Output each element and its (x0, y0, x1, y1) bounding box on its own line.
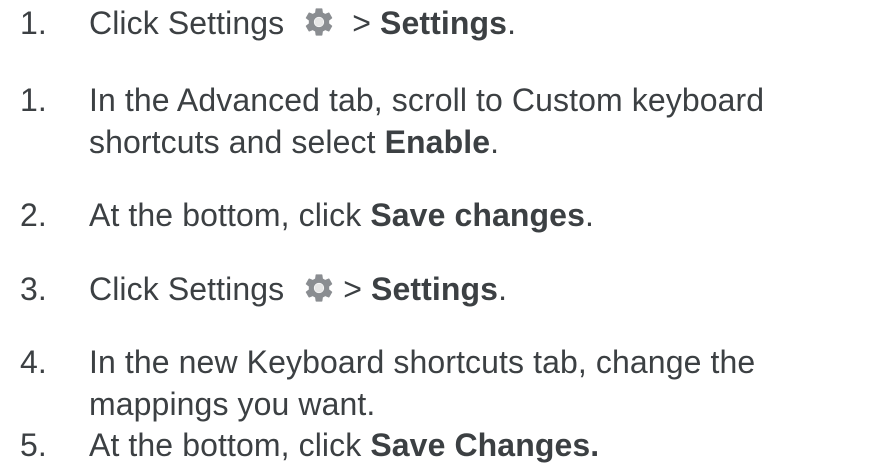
step-text-part: . (490, 124, 500, 160)
step-bold-text: Enable (384, 124, 491, 160)
step-text-part: In the Advanced tab, scroll to Custom ke… (89, 82, 765, 118)
step-text: In the Advanced tab, scroll to Custom ke… (89, 79, 859, 163)
instruction-list: 1. Click Settings > Settings. 1. In the … (0, 0, 871, 476)
step-text: In the new Keyboard shortcuts tab, chang… (89, 341, 859, 425)
step-text-part: At the bottom, click (89, 197, 371, 233)
step-text-part: Click Settings (89, 5, 294, 41)
step-text-part: In the new Keyboard shortcuts tab, chang… (89, 344, 756, 380)
step-bold-text: Save changes (370, 197, 585, 233)
step-text: At the bottom, click Save Changes. (89, 424, 859, 466)
gear-icon (297, 5, 341, 39)
step-text-part: . (507, 5, 517, 41)
step-text-part: Click Settings (89, 271, 294, 307)
step-text-part: . (584, 197, 594, 233)
step-text-part: > (343, 271, 372, 307)
step-bold-text: Settings (380, 5, 508, 41)
step-text-part: shortcuts and select (89, 124, 385, 160)
step-text: At the bottom, click Save changes. (89, 194, 859, 236)
step-number: 5. (20, 427, 47, 463)
step-number: 2. (20, 197, 47, 233)
step-number: 1. (20, 5, 47, 41)
step-text: Click Settings > Settings. (89, 2, 859, 44)
step-number: 3. (20, 271, 47, 307)
step-text: Click Settings > Settings. (89, 268, 859, 310)
step-text-part: . (498, 271, 508, 307)
step-text-part: mappings you want. (89, 386, 376, 422)
step-text-part: > (343, 5, 381, 41)
step-number: 4. (20, 344, 47, 380)
step-text-part: At the bottom, click (89, 427, 371, 463)
step-bold-text: Settings (371, 271, 499, 307)
gear-icon (297, 271, 341, 305)
step-bold-text: Save Changes. (370, 427, 600, 463)
step-number: 1. (20, 82, 47, 118)
